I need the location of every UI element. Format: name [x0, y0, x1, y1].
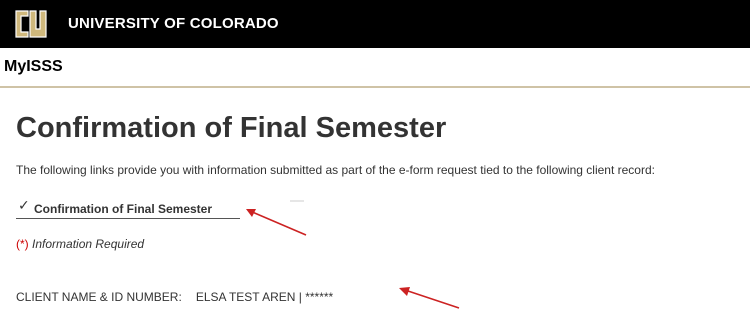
client-value: ELSA TEST AREN | ****** — [195, 290, 334, 304]
top-banner: UNIVERSITY OF COLORADO — [0, 0, 750, 48]
client-label: CLIENT NAME & ID NUMBER: — [16, 290, 182, 304]
required-note: (*) Information Required — [16, 237, 144, 251]
link-label[interactable]: Confirmation of Final Semester — [34, 202, 212, 216]
link-confirmation-of-final-semester[interactable]: ✓ Confirmation of Final Semester — [16, 198, 240, 219]
red-arrow-icon — [399, 287, 460, 309]
page: UNIVERSITY OF COLORADO MyISSS Confirmati… — [0, 0, 750, 314]
app-name[interactable]: MyISSS — [4, 58, 63, 76]
red-arrow-icon — [246, 209, 307, 236]
required-text: Information Required — [32, 237, 145, 251]
university-name: UNIVERSITY OF COLORADO — [68, 15, 279, 32]
app-header: MyISSS — [0, 48, 750, 88]
checkmark-icon: ✓ — [18, 198, 30, 214]
page-title: Confirmation of Final Semester — [16, 112, 447, 144]
intro-text: The following links provide you with inf… — [16, 163, 655, 177]
faint-mark — [290, 200, 304, 202]
required-marker: (*) — [16, 237, 29, 251]
cu-logo-icon[interactable] — [12, 7, 48, 41]
client-record: CLIENT NAME & ID NUMBER: ELSA TEST AREN |… — [16, 290, 333, 304]
